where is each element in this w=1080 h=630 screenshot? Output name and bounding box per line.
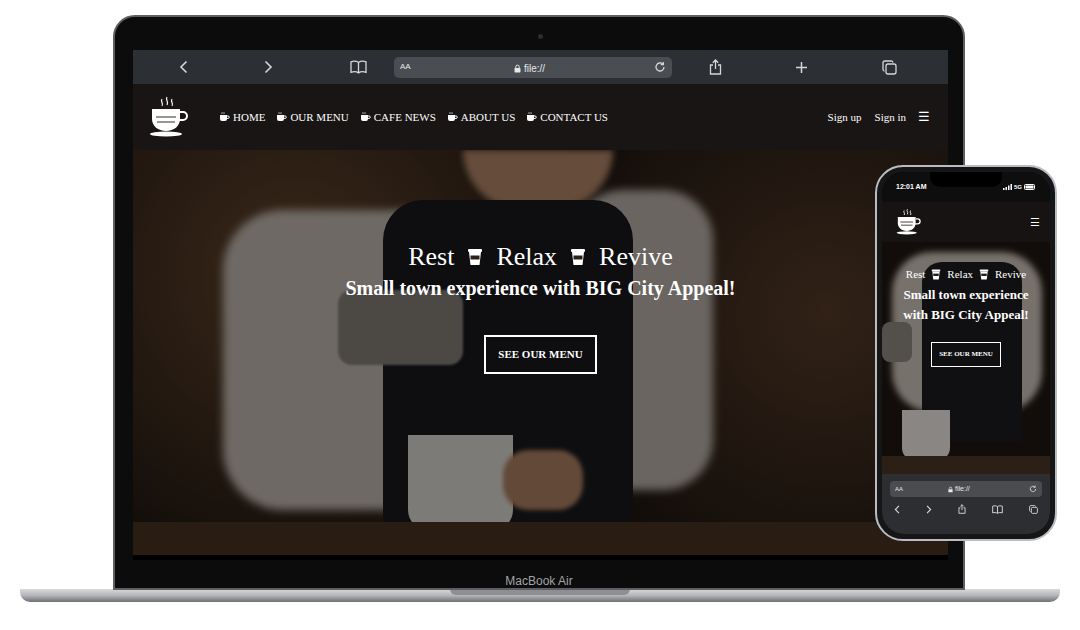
mug-icon (219, 112, 230, 122)
hero-word: Relax (496, 241, 557, 273)
address-text: file:// (955, 484, 970, 495)
hero-word: Rest (408, 241, 454, 273)
laptop-screen: AA file:// HOME OUR MENU CAFE NEWS ABOUT US… (133, 50, 948, 560)
reader-button[interactable]: AA (895, 485, 903, 494)
battery-icon (1024, 184, 1036, 190)
bookmarks-icon[interactable] (992, 505, 1003, 514)
share-icon[interactable] (958, 504, 966, 514)
reader-button[interactable]: AA (400, 61, 411, 73)
browser-toolbar: AA file:// (133, 50, 948, 84)
bookmarks-icon[interactable] (350, 60, 367, 74)
see-menu-button[interactable]: SEE OUR MENU (484, 335, 596, 374)
back-icon[interactable] (179, 60, 188, 74)
auth-link[interactable]: Sign up (828, 109, 862, 126)
laptop: AA file:// HOME OUR MENU CAFE NEWS ABOUT US… (113, 15, 965, 590)
hero-content: Rest Relax Revive Small town experience wit… (882, 242, 1050, 367)
nav-label[interactable]: OUR MENU (290, 109, 348, 126)
phone: 12:01 AM 5G ☰ (875, 165, 1057, 541)
mug-icon (360, 112, 371, 122)
cup-icon (570, 248, 586, 266)
lock-icon (948, 486, 953, 493)
hero: Rest Relax ReviveSmall town experience wit… (133, 150, 948, 555)
signal-icon (1003, 184, 1012, 190)
phone-screen: 12:01 AM 5G ☰ (882, 172, 1050, 534)
hero-tagline: Small town experience with BIG City Appe… (891, 285, 1041, 325)
tabs-icon[interactable] (1029, 505, 1038, 514)
phone-toolbar (890, 504, 1042, 514)
mug-icon (447, 112, 458, 122)
status-bar: 12:01 AM 5G (882, 172, 1050, 202)
forward-icon[interactable] (926, 505, 932, 514)
nav-label[interactable]: CONTACT US (540, 109, 608, 126)
status-time: 12:01 AM (896, 182, 926, 193)
see-menu-button[interactable]: SEE OUR MENU (931, 342, 1001, 367)
phone-notch (930, 172, 1002, 187)
lock-icon (514, 64, 521, 73)
nav-item[interactable]: CAFE NEWS (360, 109, 436, 126)
phone-hero: Rest Relax Revive Small town experience wit… (882, 242, 1050, 474)
address-center: file:// (514, 61, 545, 76)
new-tab-icon[interactable] (795, 61, 808, 74)
address-bar[interactable]: AA file:// (890, 481, 1042, 497)
hero-word: Revive (995, 267, 1026, 281)
cafe-logo-icon[interactable] (894, 208, 922, 236)
cup-icon (467, 248, 483, 266)
laptop-label: MacBook Air (115, 574, 963, 588)
address-center: file:// (948, 484, 970, 495)
nav-item[interactable]: HOME (219, 109, 265, 126)
hero-tagline: Small town experience with BIG City Appe… (346, 275, 736, 301)
hero-word: Relax (947, 267, 973, 281)
address-text: file:// (524, 61, 545, 76)
cup-icon (979, 269, 989, 280)
auth-link[interactable]: Sign in (875, 109, 906, 126)
nav-item[interactable]: ABOUT US (447, 109, 516, 126)
back-icon[interactable] (894, 505, 900, 514)
phone-browser-bar: AA file:// (882, 474, 1050, 534)
nav-label[interactable]: ABOUT US (461, 109, 516, 126)
status-right: 5G (1003, 183, 1036, 192)
nav-menu: HOME OUR MENU CAFE NEWS ABOUT US CONTACT US (219, 109, 608, 126)
forward-icon[interactable] (264, 60, 273, 74)
menu-button[interactable]: ☰ (918, 107, 930, 127)
camera-icon (538, 34, 543, 39)
cup-icon (931, 269, 941, 280)
hero-content: Rest Relax ReviveSmall town experience wit… (133, 150, 948, 374)
address-bar[interactable]: AA file:// (394, 57, 672, 78)
menu-button[interactable]: ☰ (1030, 214, 1040, 231)
nav-label[interactable]: CAFE NEWS (374, 109, 436, 126)
share-icon[interactable] (709, 59, 722, 75)
mug-icon (276, 112, 287, 122)
nav-item[interactable]: CONTACT US (526, 109, 608, 126)
hero-words: Rest Relax Revive (906, 267, 1026, 281)
phone-site-nav: ☰ (882, 202, 1050, 242)
laptop-base (20, 589, 1060, 602)
reload-icon[interactable] (654, 61, 666, 73)
reload-icon[interactable] (1029, 485, 1037, 493)
cafe-logo-icon[interactable] (146, 95, 190, 139)
mug-icon (526, 112, 537, 122)
tabs-icon[interactable] (882, 60, 897, 75)
hero-word: Revive (599, 241, 673, 273)
nav-item[interactable]: OUR MENU (276, 109, 348, 126)
hero-word: Rest (906, 267, 926, 281)
nav-label[interactable]: HOME (233, 109, 265, 126)
auth-links: Sign up Sign in (828, 109, 906, 126)
network-type: 5G (1014, 183, 1022, 192)
hero-words: Rest Relax Revive (408, 241, 673, 273)
site-nav: HOMEOUR MENUCAFE NEWSABOUT USCONTACT US … (133, 84, 948, 150)
